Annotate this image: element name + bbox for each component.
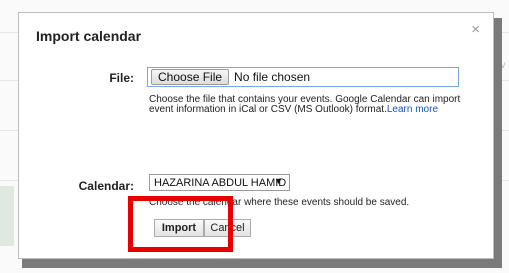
calendar-help-text: Choose the calendar where these events s… bbox=[149, 197, 410, 208]
learn-more-link[interactable]: Learn more bbox=[387, 104, 438, 115]
file-label: File: bbox=[109, 71, 134, 85]
dropdown-arrow-icon: ▼ bbox=[274, 176, 283, 186]
import-calendar-dialog: Import calendar × File: Choose File No f… bbox=[18, 12, 494, 259]
calendar-label: Calendar: bbox=[78, 179, 134, 193]
import-button[interactable]: Import bbox=[154, 219, 204, 237]
close-icon[interactable]: × bbox=[471, 21, 480, 38]
choose-file-button[interactable]: Choose File bbox=[151, 69, 230, 85]
dialog-title: Import calendar bbox=[36, 28, 142, 44]
file-input[interactable]: Choose File No file chosen bbox=[147, 67, 459, 87]
calendar-selected-value: HAZARINA ABDUL HAMID bbox=[154, 176, 287, 189]
calendar-select[interactable]: HAZARINA ABDUL HAMID ▼ bbox=[149, 174, 290, 191]
file-status: No file chosen bbox=[234, 70, 311, 84]
cancel-button[interactable]: Cancel bbox=[204, 219, 251, 237]
file-help-text: Choose the file that contains your event… bbox=[149, 95, 479, 115]
event-strip bbox=[0, 186, 14, 246]
